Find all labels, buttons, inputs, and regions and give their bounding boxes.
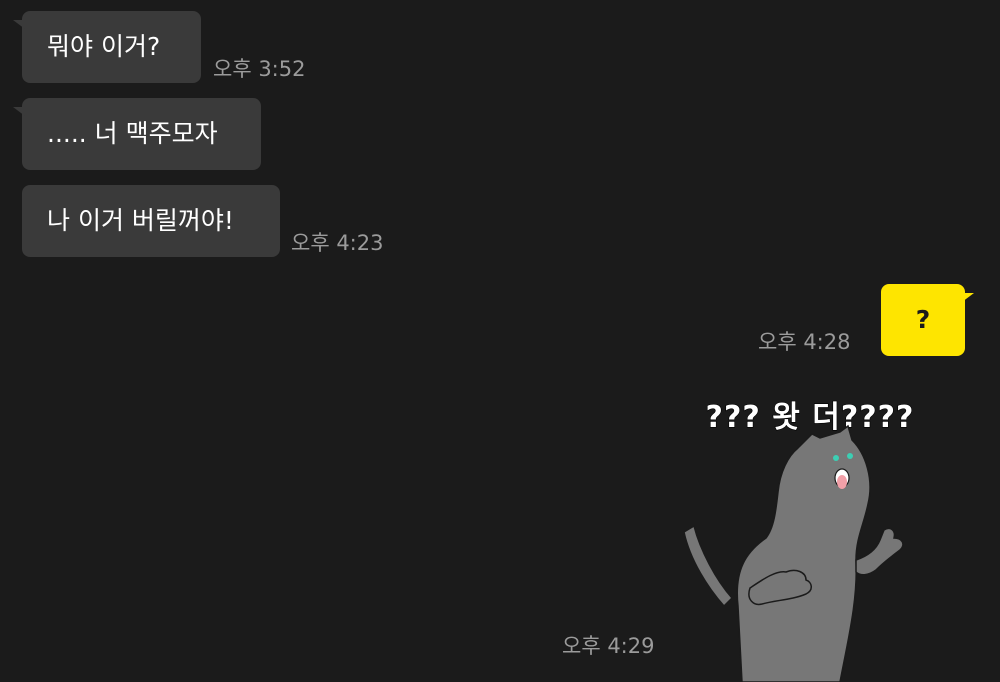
cat-left-eye — [833, 455, 839, 461]
chat-window: 뭐야 이거? 오후 3:52 ..... 너 맥주모자 나 이거 버릴꺼야! 오… — [0, 0, 1000, 682]
message-timestamp: 오후 4:23 — [291, 231, 384, 255]
bubble-tail — [13, 20, 25, 29]
message-text: 뭐야 이거? — [47, 32, 161, 61]
incoming-message-bubble[interactable]: 뭐야 이거? — [13, 11, 201, 83]
incoming-message-bubble[interactable]: ..... 너 맥주모자 — [13, 98, 261, 170]
cat-body — [736, 424, 871, 682]
incoming-message-bubble[interactable]: 나 이거 버릴꺼야! — [22, 185, 280, 257]
cat-raised-arm — [855, 527, 904, 576]
bubble-tail — [13, 107, 25, 116]
message-text: ? — [915, 305, 931, 334]
confused-cat-sticker-icon[interactable] — [680, 420, 920, 682]
message-timestamp: 오후 4:28 — [758, 330, 851, 354]
message-timestamp: 오후 4:29 — [562, 634, 655, 658]
message-timestamp: 오후 3:52 — [213, 57, 306, 81]
cat-right-eye — [847, 453, 853, 459]
cat-tail — [683, 524, 734, 608]
outgoing-message-bubble[interactable]: ? — [881, 284, 974, 356]
message-text: 나 이거 버릴꺼야! — [47, 206, 234, 235]
cat-tongue — [837, 475, 847, 489]
bubble-tail — [962, 293, 974, 302]
message-text: ..... 너 맥주모자 — [47, 119, 218, 148]
